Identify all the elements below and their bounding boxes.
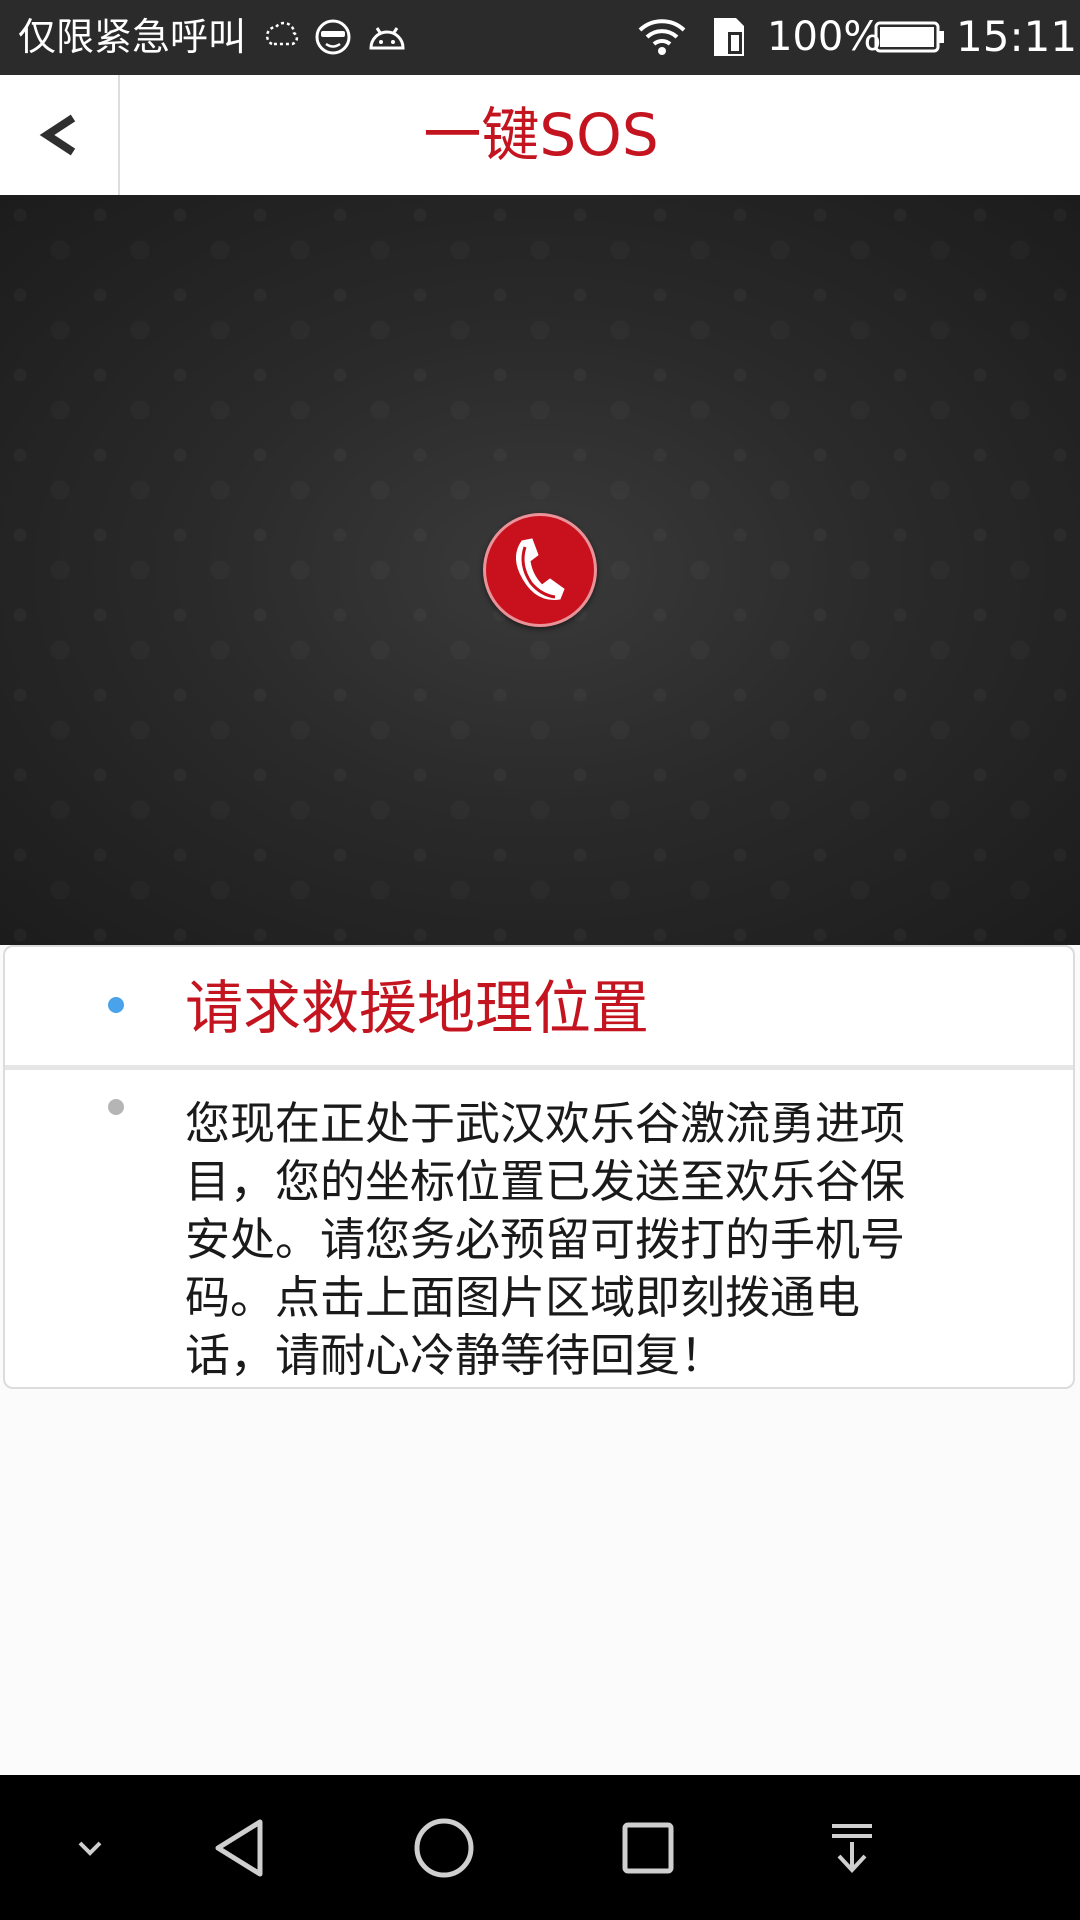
sim-icon <box>714 18 744 56</box>
panel-title: 请求救援地理位置 <box>185 974 650 1042</box>
phone-icon <box>516 538 565 600</box>
hide-nav-icon <box>78 1841 102 1856</box>
system-nav-bar <box>0 1775 1080 1920</box>
nav-home-button[interactable] <box>384 1775 504 1920</box>
hide-nav-button[interactable] <box>30 1775 150 1920</box>
panel-header-row: 请求救援地理位置 <box>5 947 1073 1070</box>
clock: 15:11 <box>956 12 1078 61</box>
carrier-text: 仅限紧急呼叫 <box>18 15 247 59</box>
face-icon <box>315 19 351 55</box>
battery-percent: 100% <box>767 14 882 60</box>
home-circle-icon <box>414 1818 474 1877</box>
android-icon <box>369 27 405 50</box>
recents-square-icon <box>622 1822 674 1873</box>
nav-back-button[interactable] <box>180 1775 300 1920</box>
nav-notification-button[interactable] <box>792 1775 912 1920</box>
app-header: 一键SOS <box>0 75 1080 196</box>
weather-icon <box>265 21 299 46</box>
back-triangle-icon <box>215 1819 263 1876</box>
panel-message: 您现在正处于武汉欢乐谷激流勇进项目，您的坐标位置已发送至欢乐谷保安处。请您务必预… <box>185 1097 906 1382</box>
sos-call-area[interactable] <box>0 195 1080 945</box>
page-title: 一键SOS <box>423 101 659 169</box>
back-button[interactable] <box>0 75 120 195</box>
notification-pull-icon <box>832 1823 872 1873</box>
inactive-dot <box>108 1099 124 1115</box>
rescue-info-panel: 请求救援地理位置 您现在正处于武汉欢乐谷激流勇进项目，您的坐标位置已发送至欢乐谷… <box>3 945 1075 1389</box>
battery-icon <box>874 21 944 53</box>
active-dot <box>108 997 124 1013</box>
call-button[interactable] <box>483 513 597 627</box>
nav-recents-button[interactable] <box>588 1775 708 1920</box>
status-bar: 仅限紧急呼叫 100% 15:11 <box>0 0 1080 75</box>
wifi-icon <box>638 19 686 55</box>
chevron-left-icon <box>39 114 76 156</box>
